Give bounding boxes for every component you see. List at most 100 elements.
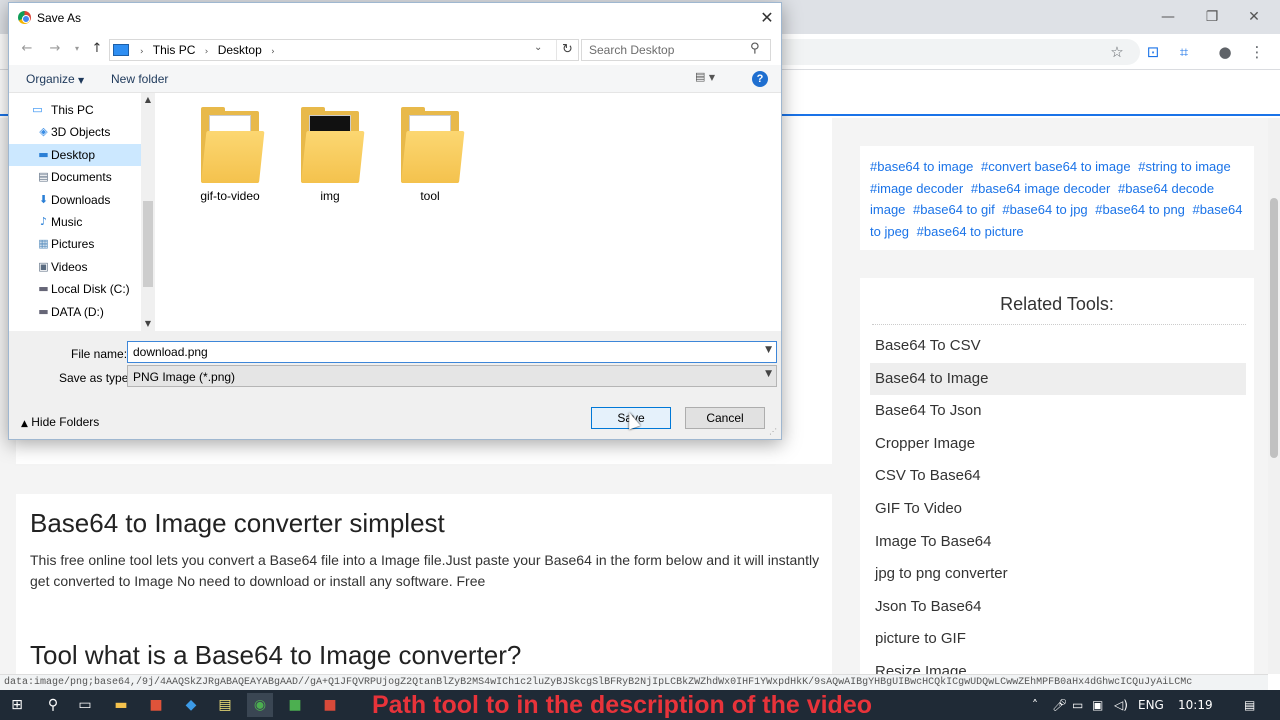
page-scrollbar[interactable] <box>1268 118 1280 674</box>
nav-item-3d-objects[interactable]: ◈ 3D Objects <box>9 121 141 143</box>
terminal-icon[interactable]: ■ <box>282 693 308 717</box>
volume-icon[interactable]: ◁) <box>1114 690 1128 720</box>
chevron-right-icon[interactable]: › <box>205 47 209 57</box>
app2-icon[interactable]: ■ <box>317 693 343 717</box>
hide-folders-button[interactable]: ▲ Hide Folders <box>21 415 99 429</box>
nav-item-local-disk-c[interactable]: ▬ Local Disk (C:) <box>9 278 141 300</box>
tag-link[interactable]: #image decoder <box>870 181 963 196</box>
address-bar[interactable] <box>760 39 1140 65</box>
folder-icon <box>201 107 265 183</box>
scroll-up-icon[interactable]: ▲ <box>143 95 153 104</box>
chrome-taskbar-icon[interactable]: ◉ <box>247 693 273 717</box>
nav-scroll-thumb[interactable] <box>143 201 153 287</box>
cancel-button[interactable]: Cancel <box>685 407 765 429</box>
file-explorer-icon[interactable]: ▬ <box>108 693 134 717</box>
forward-arrow-icon[interactable]: → <box>45 39 65 59</box>
tag-link[interactable]: #base64 to jpg <box>1002 202 1087 217</box>
windows-start-icon[interactable]: ⊞ <box>4 693 30 717</box>
file-name-field[interactable] <box>128 342 758 362</box>
nav-item-music[interactable]: ♪ Music <box>9 211 141 233</box>
window-close-icon[interactable]: ✕ <box>1234 6 1274 28</box>
resize-grip-icon[interactable]: ⋰ <box>769 427 777 436</box>
tag-link[interactable]: #base64 image decoder <box>971 181 1111 196</box>
search-input[interactable] <box>582 40 746 60</box>
organize-label: Organize <box>26 72 75 86</box>
tag-link[interactable]: #string to image <box>1138 159 1231 174</box>
task-view-icon[interactable]: ▭ <box>72 693 98 717</box>
battery-icon[interactable]: ▭ <box>1072 690 1083 720</box>
related-tool-link[interactable]: picture to GIF <box>870 623 1246 656</box>
tag-link[interactable]: #base64 to picture <box>917 224 1024 239</box>
nav-item-videos[interactable]: ▣ Videos <box>9 256 141 278</box>
minimize-icon[interactable]: — <box>1148 6 1188 28</box>
breadcrumb-desktop[interactable]: Desktop <box>218 43 262 57</box>
menu-icon[interactable]: ⋮ <box>1245 40 1269 64</box>
related-tool-link[interactable]: GIF To Video <box>870 493 1246 526</box>
search-icon[interactable]: ⚲ <box>750 41 760 56</box>
nav-item-downloads[interactable]: ⬇ Downloads <box>9 189 141 211</box>
organize-button[interactable]: Organize ▼ <box>26 72 84 86</box>
search-taskbar-icon[interactable]: ⚲ <box>40 693 66 717</box>
related-tool-link[interactable]: Base64 To CSV <box>870 330 1246 363</box>
nav-item-this-pc[interactable]: ▭ This PC <box>9 99 141 121</box>
chevron-down-icon[interactable]: ▼ <box>765 369 772 379</box>
chevron-right-icon[interactable]: › <box>271 47 275 57</box>
folder-item[interactable]: img <box>290 107 370 203</box>
nav-item-pictures[interactable]: ▦ Pictures <box>9 233 141 255</box>
new-folder-button[interactable]: New folder <box>111 72 168 86</box>
back-arrow-icon[interactable]: ← <box>17 39 37 59</box>
file-name-combo[interactable]: ▼ <box>127 341 777 363</box>
tag-link[interactable]: #convert base64 to image <box>981 159 1131 174</box>
related-tool-link[interactable]: CSV To Base64 <box>870 460 1246 493</box>
folder-item[interactable]: tool <box>390 107 470 203</box>
app-icon[interactable]: ■ <box>143 693 169 717</box>
nav-scrollbar[interactable]: ▲ ▼ <box>141 93 155 331</box>
chevron-down-icon[interactable]: ⌄ <box>534 42 542 53</box>
folder-name: gif-to-video <box>200 189 260 203</box>
related-tool-link[interactable]: Cropper Image <box>870 428 1246 461</box>
related-tool-link[interactable]: Json To Base64 <box>870 591 1246 624</box>
nav-item-desktop[interactable]: ▬ Desktop <box>9 143 141 167</box>
chevron-right-icon[interactable]: › <box>140 47 144 57</box>
chevron-down-icon[interactable]: ▼ <box>765 345 772 355</box>
dialog-titlebar[interactable]: Save As ✕ <box>9 3 781 33</box>
profile-avatar-icon[interactable]: ● <box>1213 40 1237 64</box>
nav-item-data-d[interactable]: ▬ DATA (D:) <box>9 301 141 323</box>
up-arrow-icon[interactable]: ↑ <box>87 39 107 59</box>
clock[interactable]: 10:19 PM <box>1178 690 1213 720</box>
chevron-up-icon[interactable]: ˄ <box>1032 690 1038 720</box>
folder-item[interactable]: gif-to-video <box>190 107 270 203</box>
scroll-thumb[interactable] <box>1270 198 1278 458</box>
tag-link[interactable]: #base64 to png <box>1095 202 1185 217</box>
nav-item-documents[interactable]: ▤ Documents <box>9 166 141 188</box>
notepad-icon[interactable]: ▤ <box>212 693 238 717</box>
search-box[interactable]: ⚲ <box>581 39 771 61</box>
translate-icon[interactable]: ⊡ <box>1141 40 1165 64</box>
network-icon[interactable]: ▣ <box>1092 690 1103 720</box>
bookmark-star-icon[interactable]: ☆ <box>1105 40 1129 64</box>
related-tools-list: Base64 To CSV Base64 to Image Base64 To Js… <box>870 330 1246 674</box>
tag-link[interactable]: #base64 to image <box>870 159 973 174</box>
vscode-icon[interactable]: ◆ <box>178 693 204 717</box>
save-type-select[interactable]: PNG Image (*.png) ▼ <box>127 365 777 387</box>
help-icon[interactable]: ? <box>752 71 768 87</box>
crop-extension-icon[interactable]: ⌗ <box>1172 40 1196 64</box>
breadcrumb-this-pc[interactable]: This PC <box>153 43 196 57</box>
related-tool-link[interactable]: Base64 To Json <box>870 395 1246 428</box>
scroll-down-icon[interactable]: ▼ <box>143 319 153 328</box>
related-tool-link[interactable]: Base64 to Image <box>870 362 1246 396</box>
related-tool-link[interactable]: Resize Image <box>870 656 1246 674</box>
refresh-icon[interactable]: ↻ <box>556 40 578 60</box>
related-tool-link[interactable]: jpg to png converter <box>870 558 1246 591</box>
restore-icon[interactable]: ❐ <box>1192 6 1232 28</box>
language-indicator[interactable]: ENG <box>1138 690 1164 720</box>
tag-list: #base64 to image #convert base64 to imag… <box>870 156 1244 242</box>
view-options-button[interactable]: ▤ ▼ <box>695 70 729 88</box>
breadcrumb[interactable]: › This PC › Desktop › ⌄ ↻ <box>109 39 579 61</box>
tag-link[interactable]: #base64 to gif <box>913 202 995 217</box>
microphone-icon[interactable]: 🎤︎ <box>1052 690 1067 720</box>
recent-dropdown-icon[interactable]: ▾ <box>67 39 87 59</box>
notifications-icon[interactable]: ▤ <box>1244 690 1255 720</box>
close-icon[interactable]: ✕ <box>753 7 781 29</box>
related-tool-link[interactable]: Image To Base64 <box>870 526 1246 559</box>
